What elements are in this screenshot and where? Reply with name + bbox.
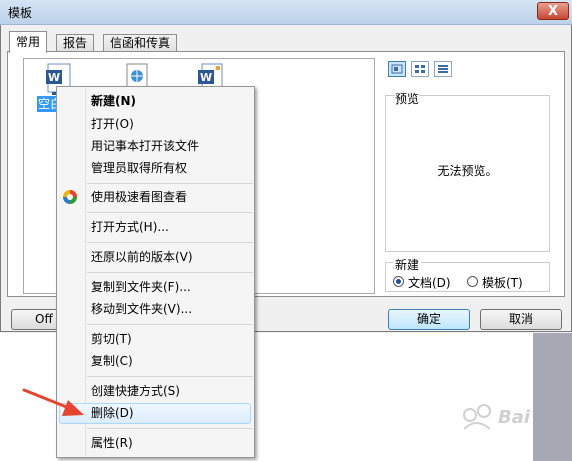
menu-item-move-to-folder[interactable]: 移动到文件夹(V)... — [91, 299, 192, 319]
menu-separator — [87, 212, 253, 213]
svg-text:W: W — [200, 71, 212, 84]
menu-separator — [87, 242, 253, 243]
new-group-label: 新建 — [393, 256, 422, 273]
menu-item-open[interactable]: 打开(O) — [91, 114, 134, 134]
document-radio[interactable] — [393, 276, 404, 287]
red-arrow-annotation-icon — [22, 388, 84, 416]
menu-separator — [87, 376, 253, 377]
menu-item-open-notepad[interactable]: 用记事本打开该文件 — [91, 136, 199, 156]
svg-text:Bai: Bai — [498, 407, 531, 428]
svg-text:W: W — [48, 71, 60, 84]
large-icons-view-button[interactable] — [388, 61, 406, 77]
template-radio-label[interactable]: 模板(T) — [482, 274, 523, 291]
close-button[interactable]: X — [537, 2, 569, 20]
menu-item-create-shortcut[interactable]: 创建快捷方式(S) — [91, 381, 180, 401]
preview-label: 预览 — [395, 90, 420, 107]
baidu-jingyan-watermark-logo: Bai — [463, 404, 531, 430]
menu-item-delete[interactable]: 删除(D) — [91, 403, 134, 423]
small-icons-icon — [415, 65, 425, 73]
details-list-icon — [438, 65, 448, 73]
menu-separator — [87, 272, 253, 273]
menu-item-fast-image-view[interactable]: 使用极速看图查看 — [91, 187, 187, 207]
menu-item-take-ownership[interactable]: 管理员取得所有权 — [91, 158, 187, 178]
tab-letters-fax[interactable]: 信函和传真 — [103, 34, 178, 52]
template-radio[interactable] — [467, 276, 478, 287]
menu-item-new[interactable]: 新建(N) — [91, 91, 136, 111]
menu-separator — [87, 324, 253, 325]
fast-image-viewer-icon — [63, 190, 77, 204]
menu-item-copy-to-folder[interactable]: 复制到文件夹(F)... — [91, 277, 191, 297]
list-view-button[interactable] — [411, 61, 429, 77]
details-view-button[interactable] — [434, 61, 452, 77]
menu-item-open-with[interactable]: 打开方式(H)... — [91, 217, 169, 237]
menu-item-restore-previous-versions[interactable]: 还原以前的版本(V) — [91, 247, 193, 267]
menu-item-cut[interactable]: 剪切(T) — [91, 329, 132, 349]
menu-item-properties[interactable]: 属性(R) — [91, 433, 133, 453]
title-bar[interactable] — [0, 0, 572, 25]
menu-item-copy[interactable]: 复制(C) — [91, 351, 133, 371]
menu-separator — [87, 183, 253, 184]
tab-report[interactable]: 报告 — [56, 34, 95, 52]
ok-button[interactable]: 确定 — [388, 309, 470, 330]
cancel-button[interactable]: 取消 — [480, 309, 562, 330]
menu-separator — [87, 428, 253, 429]
document-radio-label[interactable]: 文档(D) — [408, 274, 451, 291]
window-title: 模板 — [8, 6, 33, 20]
no-preview-text: 无法预览。 — [437, 164, 498, 178]
tab-common[interactable]: 常用 — [9, 31, 48, 53]
large-icons-icon — [391, 64, 403, 74]
